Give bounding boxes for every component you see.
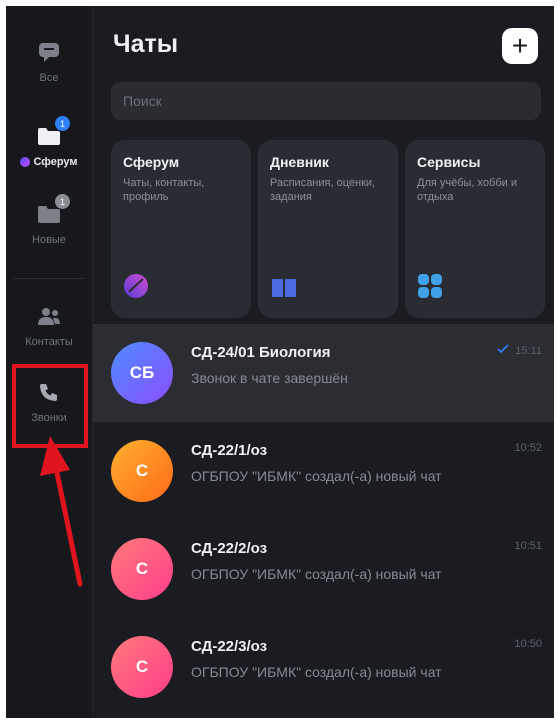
folder-icon: 1: [34, 116, 70, 150]
chat-time: 15:11: [515, 344, 542, 357]
read-check-icon: [497, 344, 509, 357]
chat-preview: ОГБПОУ "ИБМК" создал(-а) новый чат: [191, 566, 442, 582]
sidebar: Все 1 Сферум 1 Новые Контакты Звонки: [6, 6, 93, 718]
chat-name: СД-22/3/оз: [191, 638, 268, 655]
sidebar-item-contacts[interactable]: Контакты: [6, 302, 92, 372]
contacts-icon: [34, 302, 64, 330]
unread-badge: 1: [55, 116, 70, 131]
sferum-logo-icon: [20, 157, 31, 167]
avatar: С: [111, 538, 173, 600]
sidebar-item-new[interactable]: 1 Новые: [6, 194, 92, 270]
sidebar-divider: [14, 278, 84, 279]
chat-preview: Звонок в чате завершён: [191, 370, 348, 386]
card-title: Сферум: [123, 154, 180, 170]
card-sferum[interactable]: Сферум Чаты, контакты, профиль: [111, 140, 251, 318]
sidebar-item-sferum[interactable]: 1 Сферум: [6, 116, 92, 192]
sferum-logo-icon: [123, 273, 149, 304]
chat-list-panel: Чаты + Сферум Чаты, контакты, профиль Дн…: [93, 6, 554, 718]
sidebar-item-label: Новые: [32, 234, 66, 246]
chat-name: СД-22/1/оз: [191, 442, 268, 459]
chat-preview: ОГБПОУ "ИБМК" создал(-а) новый чат: [191, 664, 442, 680]
sidebar-item-label: Все: [39, 72, 59, 84]
folder-icon: 1: [34, 194, 70, 228]
card-diary[interactable]: Дневник Расписания, оценки, задания: [258, 140, 398, 318]
chat-list-item[interactable]: С СД-22/2/оз ОГБПОУ "ИБМК" создал(-а) но…: [93, 520, 554, 618]
card-subtitle: Чаты, контакты, профиль: [123, 177, 205, 203]
unread-badge: 1: [55, 194, 70, 209]
chat-list-item[interactable]: С СД-22/3/оз ОГБПОУ "ИБМК" создал(-а) но…: [93, 618, 554, 716]
chat-name: СД-24/01 Биология: [191, 344, 331, 361]
new-chat-button[interactable]: +: [502, 28, 538, 64]
chat-bubble-icon: [34, 38, 64, 66]
card-services[interactable]: Сервисы Для учёбы, хобби и отдыха: [405, 140, 545, 318]
apps-grid-icon: [417, 273, 443, 304]
book-icon: [270, 275, 298, 304]
chat-time: 10:50: [514, 638, 542, 650]
sidebar-item-label: Сферум: [33, 156, 78, 168]
chat-list-item[interactable]: СБ СД-24/01 Биология Звонок в чате завер…: [93, 324, 554, 422]
chat-time: 10:51: [514, 540, 542, 552]
chat-name: СД-22/2/оз: [191, 540, 268, 557]
avatar: С: [111, 440, 173, 502]
chat-preview: ОГБПОУ "ИБМК" создал(-а) новый чат: [191, 468, 442, 484]
sidebar-item-label: Контакты: [25, 336, 73, 348]
card-subtitle: Для учёбы, хобби и отдыха: [417, 177, 517, 203]
search-input[interactable]: [111, 82, 541, 120]
messenger-app: Все 1 Сферум 1 Новые Контакты Звонки Чат…: [6, 6, 554, 718]
card-title: Дневник: [270, 154, 329, 170]
sidebar-item-all[interactable]: Все: [6, 38, 92, 108]
annotation-highlight-box: [12, 364, 88, 448]
card-subtitle: Расписания, оценки, задания: [270, 177, 376, 203]
page-title: Чаты: [113, 30, 179, 58]
card-title: Сервисы: [417, 154, 481, 170]
chat-time: 10:52: [514, 442, 542, 454]
avatar: С: [111, 636, 173, 698]
avatar: СБ: [111, 342, 173, 404]
chat-list-item[interactable]: С СД-22/1/оз ОГБПОУ "ИБМК" создал(-а) но…: [93, 422, 554, 520]
